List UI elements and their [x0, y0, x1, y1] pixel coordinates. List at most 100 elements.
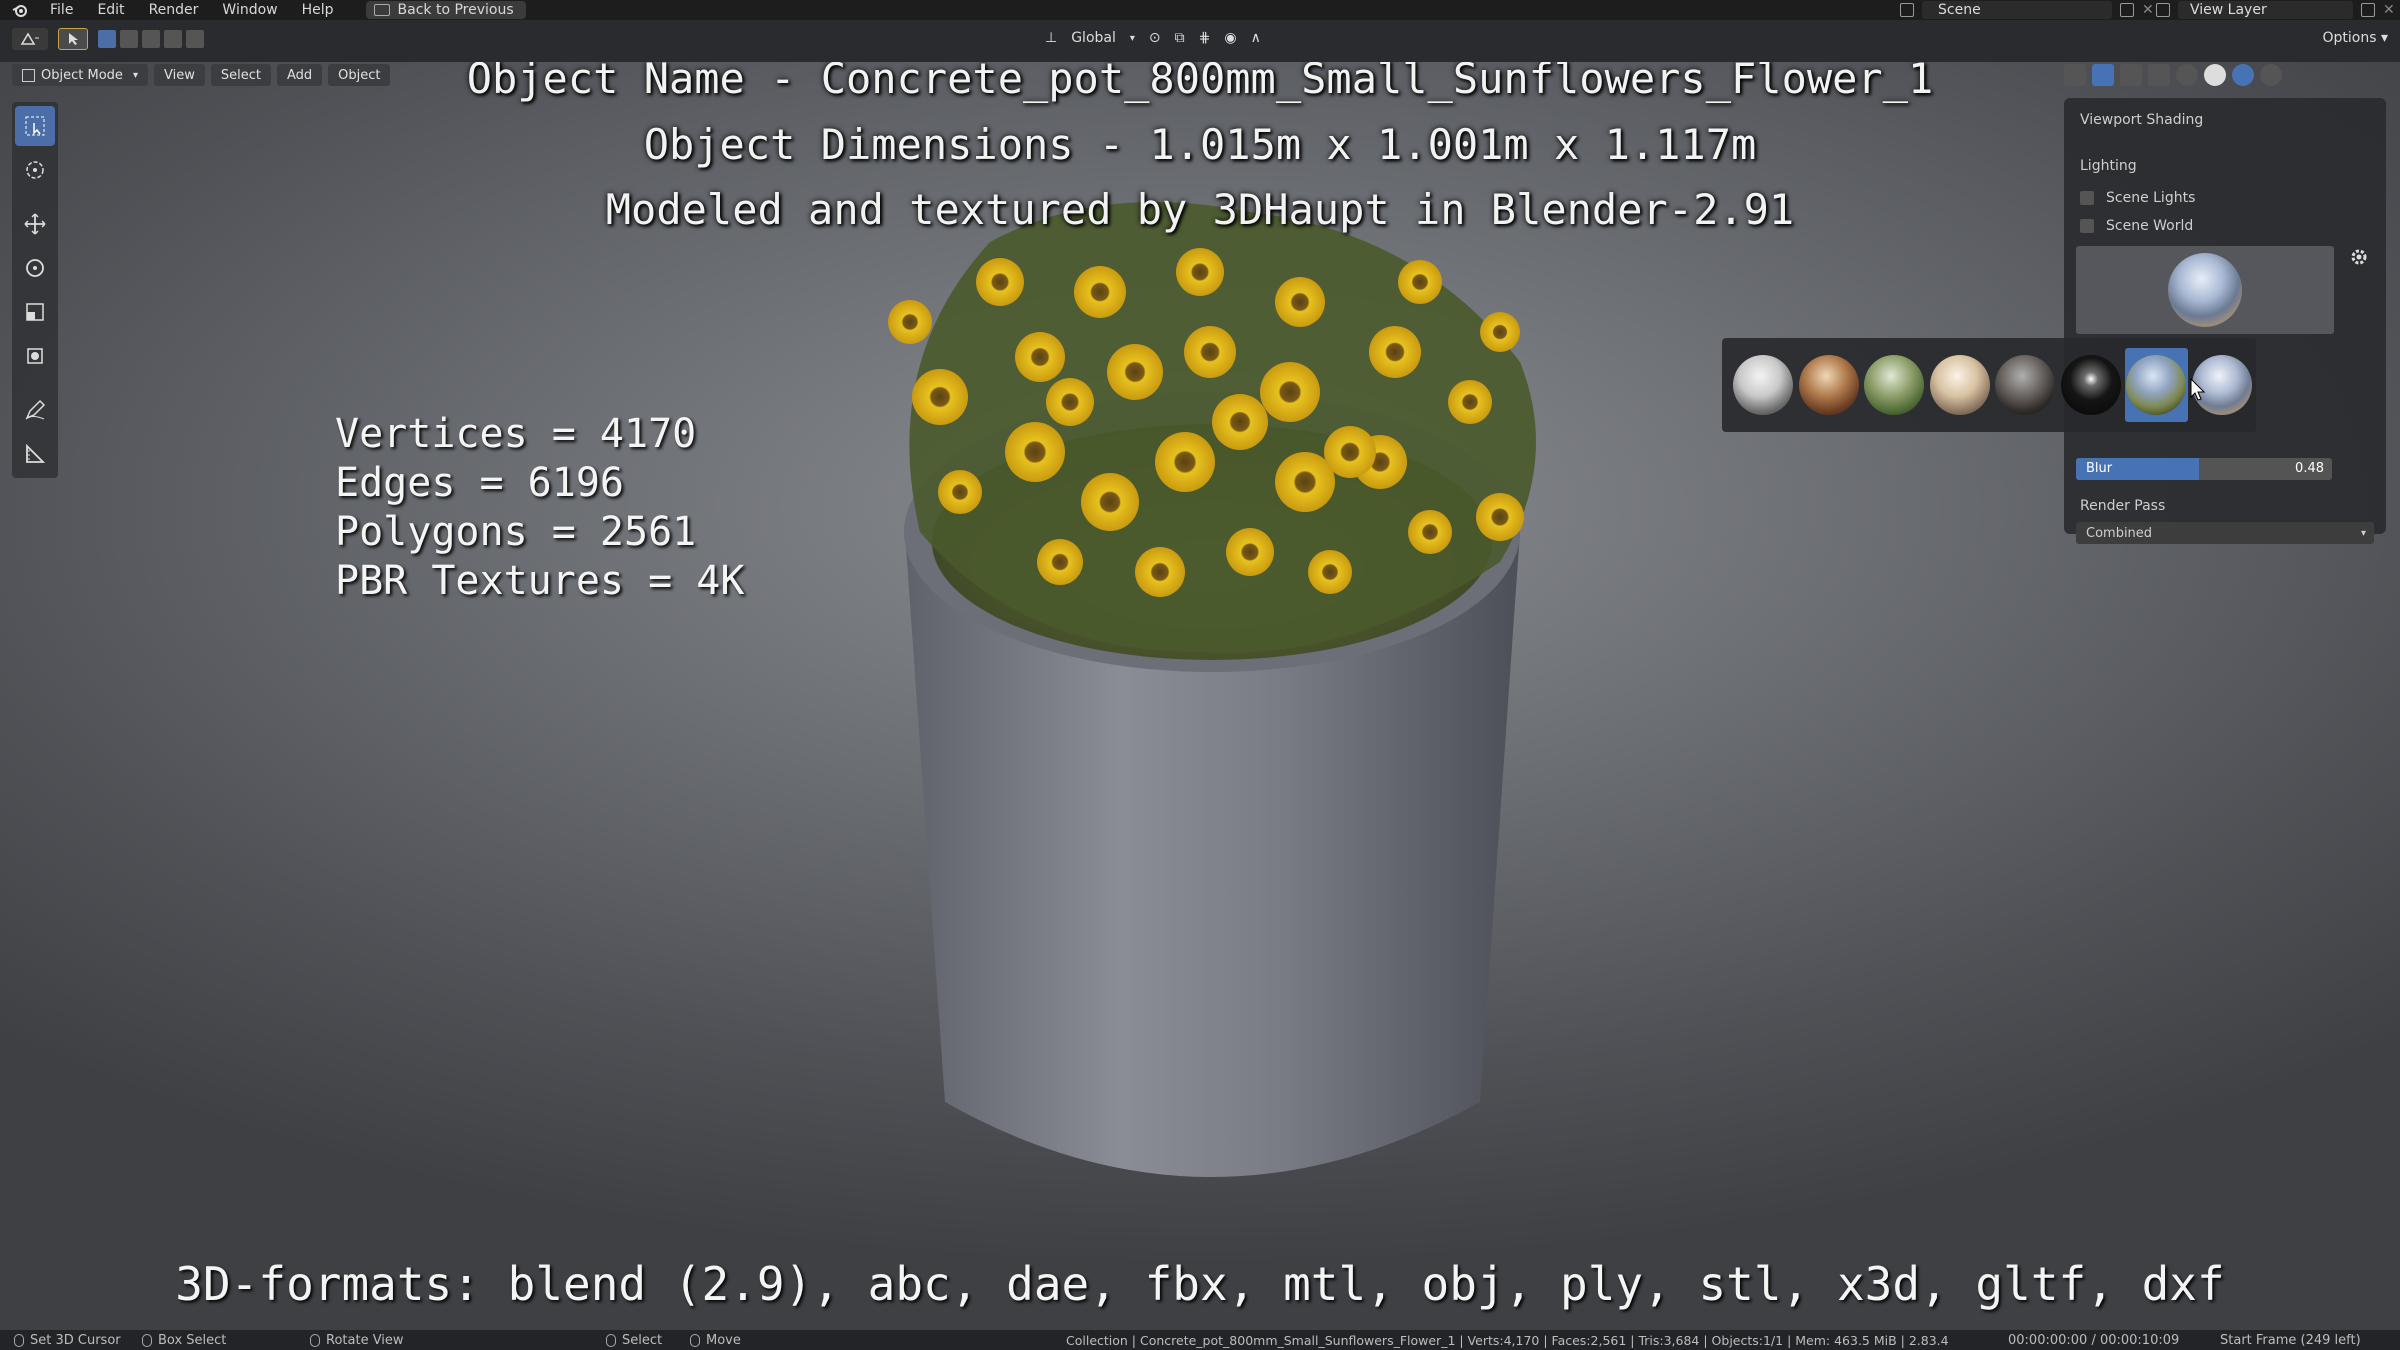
- rotate-tool[interactable]: [15, 248, 55, 288]
- status-move-label: Move: [706, 1333, 741, 1348]
- scene-lights-check[interactable]: [2080, 191, 2094, 205]
- status-move: Move: [690, 1333, 741, 1348]
- viewport-shading-title: Viewport Shading: [2080, 112, 2204, 128]
- scene-lights-label: Scene Lights: [2106, 190, 2196, 206]
- mouse-pointer-icon: [2190, 378, 2206, 401]
- close-scene-icon[interactable]: ✕: [2142, 2, 2154, 18]
- transform-icon: [27, 348, 43, 364]
- hdri-ball-night: [1995, 355, 2056, 415]
- vertices-stat: Vertices = 4170: [335, 411, 697, 457]
- scene-icon: [1900, 3, 1914, 17]
- options-label: Options: [2322, 30, 2377, 46]
- hdri-ball-forest: [1864, 355, 1925, 415]
- screen-icon: [373, 4, 390, 16]
- hdri-option-sunflowers[interactable]: [2125, 348, 2188, 422]
- menu-render[interactable]: Render: [137, 0, 211, 20]
- view-layer-selector[interactable]: View Layer ✕: [2156, 0, 2395, 20]
- menu-window[interactable]: Window: [210, 0, 289, 20]
- annotate-tool[interactable]: [15, 390, 55, 430]
- status-select: Select: [606, 1333, 662, 1348]
- back-to-previous-label: Back to Previous: [397, 2, 514, 18]
- scene-world-label: Scene World: [2106, 218, 2194, 234]
- scene-selector[interactable]: Scene ✕: [1900, 0, 2154, 20]
- view-layer-field[interactable]: View Layer: [2178, 1, 2353, 19]
- hdri-preview-ball: [2168, 253, 2242, 327]
- mesh-stats: Vertices = 4170 Edges = 6196 Polygons = …: [335, 410, 744, 606]
- view-layer-label: View Layer: [2190, 2, 2267, 18]
- hdri-option-city[interactable]: [1732, 348, 1795, 422]
- select-new-icon[interactable]: [98, 30, 116, 48]
- status-set-cursor: Set 3D Cursor: [14, 1333, 121, 1348]
- mouse-right-drag-icon: [690, 1334, 700, 1347]
- falloff-icon[interactable]: ∧: [1251, 30, 1261, 46]
- options-dropdown[interactable]: Options ▾: [2322, 30, 2388, 46]
- scene-render: [888, 202, 1536, 1177]
- scene-lights-checkbox[interactable]: Scene Lights: [2080, 190, 2195, 206]
- render-pass-label: Render Pass: [2080, 498, 2166, 514]
- hdri-preview[interactable]: [2076, 246, 2334, 334]
- select-tool-button[interactable]: [58, 28, 88, 50]
- status-rotate-view-label: Rotate View: [326, 1333, 404, 1348]
- top-menu-bar: File Edit Render Window Help Back to Pre…: [0, 0, 2400, 20]
- hdri-ball-interior: [1929, 355, 1990, 415]
- hdri-option-forest[interactable]: [1863, 348, 1926, 422]
- close-view-layer-icon[interactable]: ✕: [2383, 2, 2395, 18]
- scene-world-checkbox[interactable]: Scene World: [2080, 218, 2193, 234]
- status-box-select: Box Select: [142, 1333, 226, 1348]
- blur-slider[interactable]: Blur 0.48: [2076, 458, 2332, 480]
- mouse-middle-icon: [310, 1334, 320, 1347]
- scene-field[interactable]: Scene: [1922, 1, 2112, 19]
- status-rotate-view: Rotate View: [310, 1333, 404, 1348]
- blender-logo-icon[interactable]: [10, 0, 30, 20]
- menu-edit[interactable]: Edit: [85, 0, 136, 20]
- select-subtract-icon[interactable]: [142, 30, 160, 48]
- object-dimensions-caption: Object Dimensions - 1.015m x 1.001m x 1.…: [643, 120, 1757, 169]
- hdri-option-night[interactable]: [1994, 348, 2057, 422]
- editor-type-group: [12, 28, 204, 50]
- hdri-ball-courtyard: [1798, 355, 1859, 415]
- pivot-point-icon[interactable]: ⊙: [1149, 30, 1161, 46]
- menu-file[interactable]: File: [38, 0, 85, 20]
- hdri-ball-studio: [2060, 355, 2121, 415]
- select-invert-icon[interactable]: [164, 30, 182, 48]
- mouse-right-icon: [606, 1334, 616, 1347]
- copy-scene-icon[interactable]: [2120, 3, 2134, 17]
- orientation-dropdown[interactable]: Global: [1071, 30, 1116, 46]
- render-pass-value: Combined: [2086, 525, 2153, 541]
- hdri-option-interior[interactable]: [1929, 348, 1992, 422]
- editor-type-button[interactable]: [12, 28, 48, 50]
- lighting-heading: Lighting: [2080, 158, 2137, 174]
- viewport-shading-panel: Viewport Shading Lighting Scene Lights S…: [2064, 98, 2386, 544]
- 3d-viewport[interactable]: Object Mode ▾ View Select Add Object Obj…: [0, 62, 2400, 1330]
- proportional-edit-icon[interactable]: ◉: [1224, 30, 1236, 46]
- scale-tool[interactable]: [15, 292, 55, 332]
- chevron-down-icon: ▾: [1129, 32, 1135, 44]
- textures-stat: PBR Textures = 4K: [335, 558, 745, 604]
- hdri-picker-popup: [1722, 338, 2256, 432]
- status-start-frame: Start Frame (249 left): [2220, 1333, 2361, 1348]
- object-name-caption: Object Name - Concrete_pot_800mm_Small_S…: [466, 62, 1934, 103]
- mouse-drag-icon: [142, 1334, 152, 1347]
- snap-increment-icon[interactable]: ⋕: [1199, 30, 1211, 46]
- status-bar: Set 3D Cursor Box Select Rotate View Sel…: [0, 1330, 2400, 1350]
- select-extend-icon[interactable]: [120, 30, 138, 48]
- hdri-ball-sunflowers: [2126, 355, 2187, 415]
- copy-view-layer-icon[interactable]: [2361, 3, 2375, 17]
- snap-icon[interactable]: ⧉: [1175, 30, 1185, 46]
- render-pass-dropdown[interactable]: Combined ▾: [2076, 522, 2374, 544]
- menu-help[interactable]: Help: [290, 0, 346, 20]
- transform-tool[interactable]: [15, 336, 55, 376]
- modeled-by-caption: Modeled and textured by 3DHaupt in Blend…: [605, 185, 1795, 234]
- measure-tool[interactable]: [15, 434, 55, 474]
- 3d-viewport-icon: [20, 32, 39, 45]
- back-to-previous-button[interactable]: Back to Previous: [365, 1, 526, 19]
- status-select-label: Select: [622, 1333, 663, 1348]
- hdri-option-courtyard[interactable]: [1798, 348, 1861, 422]
- selection-mode-group: [98, 30, 204, 48]
- gear-icon[interactable]: [2350, 248, 2368, 270]
- scene-world-check[interactable]: [2080, 219, 2094, 233]
- status-time: 00:00:00:00 / 00:00:10:09: [2008, 1333, 2180, 1348]
- select-intersect-icon[interactable]: [186, 30, 204, 48]
- blur-label: Blur: [2086, 461, 2113, 476]
- hdri-option-studio[interactable]: [2060, 348, 2123, 422]
